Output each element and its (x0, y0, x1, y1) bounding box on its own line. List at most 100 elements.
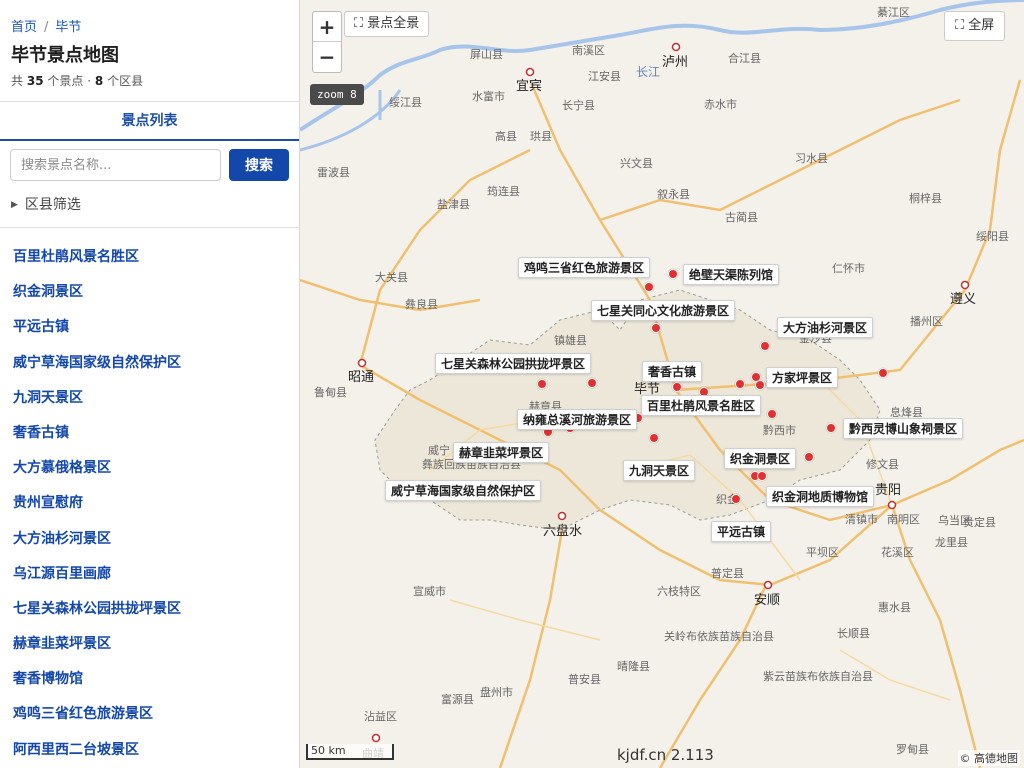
spot-label[interactable]: 赫章韭菜坪景区 (453, 442, 550, 463)
spot-marker[interactable] (651, 323, 661, 333)
spot-marker[interactable] (672, 382, 682, 392)
spot-label[interactable]: 九洞天景区 (623, 460, 696, 481)
spot-marker[interactable] (587, 378, 597, 388)
district-filter-toggle[interactable]: ▶ 区县筛选 (11, 194, 81, 214)
spot-label[interactable]: 绝壁天渠陈列馆 (683, 264, 780, 285)
place-label: 筠连县 (487, 184, 520, 198)
spot-list-item[interactable]: 威宁草海国家级自然保护区 (0, 346, 299, 381)
place-label: 綦江区 (877, 6, 910, 19)
zoom-control: + − (312, 11, 342, 73)
place-label: 罗甸县 (896, 743, 929, 756)
place-label: 息烽县 (890, 405, 923, 419)
spot-label[interactable]: 七星关同心文化旅游景区 (591, 300, 736, 321)
zoom-in-button[interactable]: + (313, 12, 341, 42)
zoom-out-button[interactable]: − (313, 42, 341, 72)
place-label: 镇雄县 (554, 333, 587, 347)
spot-label[interactable]: 纳雍总溪河旅游景区 (517, 409, 638, 430)
place-label: 紫云苗族布依族自治县 (763, 669, 873, 683)
place-label: 南溪区 (572, 44, 605, 57)
spot-list-item[interactable]: 九洞天景区 (0, 381, 299, 416)
spot-marker[interactable] (735, 379, 745, 389)
spot-list-item[interactable]: 平远古镇 (0, 310, 299, 345)
spot-marker[interactable] (878, 368, 888, 378)
place-label: 富源县 (441, 692, 474, 706)
place-label: 彝良县 (405, 297, 438, 311)
spot-label[interactable]: 威宁草海国家级自然保护区 (385, 480, 542, 501)
place-label: 绥阳县 (976, 230, 1009, 243)
spot-label[interactable]: 方家坪景区 (766, 367, 839, 388)
place-label: 关岭布依族苗族自治县 (664, 629, 774, 643)
divider (0, 227, 299, 228)
spot-marker[interactable] (767, 409, 777, 419)
page-title: 毕节景点地图 (11, 45, 119, 66)
spot-list-item[interactable]: 贵州宣慰府 (0, 486, 299, 521)
spot-list-item[interactable]: 奢香古镇 (0, 416, 299, 451)
tab-spot-list[interactable]: 景点列表 (0, 101, 299, 141)
spot-list-item[interactable]: 乌江源百里画廊 (0, 557, 299, 592)
place-label: 叙永县 (657, 187, 690, 201)
stats-summary: 共 35 个景点 · 8 个区县 (11, 72, 143, 89)
spot-marker[interactable] (804, 452, 814, 462)
spot-list-item[interactable]: 百里杜鹃风景名胜区 (0, 240, 299, 275)
spot-list-item[interactable]: 赫章韭菜坪景区 (0, 627, 299, 662)
spot-marker[interactable] (760, 341, 770, 351)
breadcrumb: 首页 / 毕节 (11, 16, 81, 35)
fullscreen-button[interactable]: ⛶ 全屏 (944, 11, 1006, 41)
spot-label[interactable]: 织金洞景区 (724, 448, 797, 469)
spot-list-item[interactable]: 奢香博物馆 (0, 662, 299, 697)
spot-list-item[interactable]: 大方油杉河景区 (0, 522, 299, 557)
spot-list-item[interactable]: 织金洞景区 (0, 275, 299, 310)
search-button[interactable]: 搜索 (229, 149, 289, 181)
stats-dot: · (87, 74, 92, 88)
spot-marker[interactable] (731, 494, 741, 504)
spot-label[interactable]: 黔西灵博山象祠景区 (843, 418, 964, 439)
spot-marker[interactable] (668, 269, 678, 279)
spot-label[interactable]: 百里杜鹃风景名胜区 (641, 395, 762, 416)
place-label: 播州区 (910, 314, 943, 328)
spot-list-item[interactable]: 鸡鸣三省红色旅游景区 (0, 697, 299, 732)
breadcrumb-current[interactable]: 毕节 (55, 20, 81, 35)
spot-list-item[interactable]: 阿西里西二台坡景区 (0, 733, 299, 768)
sidebar: 首页 / 毕节 毕节景点地图 共 35 个景点 · 8 个区县 景点列表 搜索 ▶ 区… (0, 0, 300, 768)
spot-marker[interactable] (755, 380, 765, 390)
place-label: 宣威市 (413, 584, 446, 598)
spot-marker[interactable] (757, 471, 767, 481)
place-label: 安顺 (754, 593, 780, 608)
version-text: kjdf.cn 2.113 (617, 746, 714, 764)
place-label: 花溪区 (881, 546, 914, 559)
spot-list-item[interactable]: 大方慕俄格景区 (0, 451, 299, 486)
search-input[interactable] (10, 149, 221, 181)
spot-marker[interactable] (649, 433, 659, 443)
spot-label[interactable]: 鸡鸣三省红色旅游景区 (518, 257, 651, 278)
breadcrumb-home-link[interactable]: 首页 (11, 20, 37, 35)
spot-label[interactable]: 织金洞地质博物馆 (766, 486, 875, 507)
place-label: 桐梓县 (909, 191, 942, 205)
expand-icon: ⛶ (955, 18, 965, 33)
spot-label[interactable]: 大方油杉河景区 (777, 317, 874, 338)
place-label: 六枝特区 (657, 584, 701, 598)
zoom-level-badge: zoom 8 (310, 84, 364, 105)
spot-marker[interactable] (644, 282, 654, 292)
spot-marker[interactable] (537, 379, 547, 389)
overview-button[interactable]: ⛶ 景点全景 (344, 11, 430, 37)
place-label: 威宁 (428, 443, 450, 457)
place-label: 宜宾 (516, 78, 542, 94)
spot-list-item[interactable]: 七星关森林公园拱拢坪景区 (0, 592, 299, 627)
place-label: 屏山县 (470, 48, 503, 61)
place-label: 黔西市 (763, 423, 796, 437)
spot-label[interactable]: 奢香古镇 (642, 361, 703, 382)
place-label: 绥江县 (389, 96, 422, 109)
district-filter-label: 区县筛选 (24, 197, 81, 213)
spot-marker[interactable] (826, 423, 836, 433)
map-attribution: © 高德地图 (957, 750, 1020, 766)
map-canvas[interactable]: 綦江区 屏山县 南溪区 泸州 合江县 宜宾 江安县 长江 水富市 绥江县 长宁县… (300, 0, 1024, 768)
place-label: 遵义 (950, 291, 976, 307)
place-label: 赤水市 (704, 97, 737, 111)
place-label: 长江 (636, 65, 660, 79)
spot-label[interactable]: 七星关森林公园拱拢坪景区 (435, 353, 592, 374)
spot-label[interactable]: 平远古镇 (711, 521, 772, 542)
place-label: 清镇市 (845, 512, 878, 526)
overview-button-label: 景点全景 (367, 16, 420, 31)
place-label: 习水县 (795, 152, 828, 165)
place-label: 六盘水 (543, 523, 582, 539)
